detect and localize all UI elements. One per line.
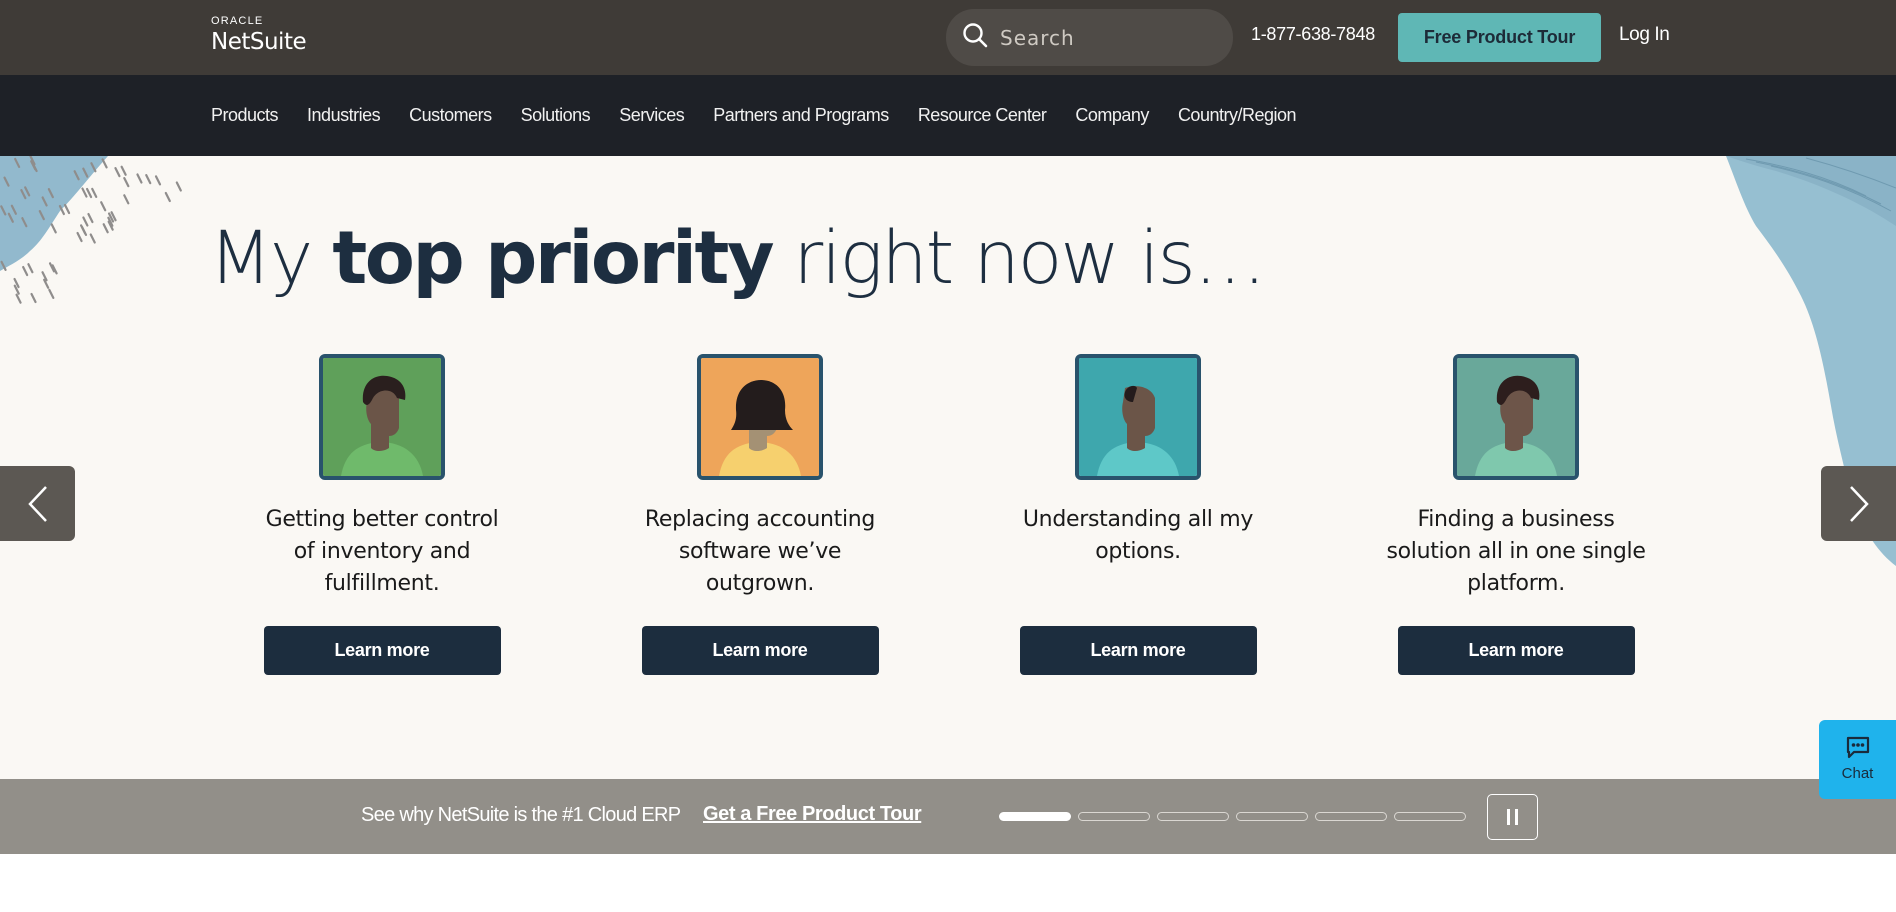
- decorative-dash: [15, 293, 22, 304]
- decorative-dash: [48, 288, 55, 300]
- nav-item-country-region[interactable]: Country/Region: [1178, 105, 1297, 126]
- search-input[interactable]: [1000, 25, 1220, 50]
- decorative-dash: [82, 216, 89, 227]
- decorative-dash: [76, 231, 83, 243]
- chat-bubble-icon: [1846, 736, 1869, 759]
- chat-button[interactable]: Chat: [1819, 720, 1896, 799]
- phone-number-link[interactable]: 1-877-638-7848: [1251, 24, 1375, 45]
- nav-item-company[interactable]: Company: [1075, 105, 1149, 126]
- logo-netsuite-text: NetSuite: [211, 29, 307, 55]
- search-box[interactable]: [946, 9, 1233, 66]
- login-link[interactable]: Log In: [1619, 24, 1670, 46]
- utility-bar: ORACLE NetSuite 1-877-638-7848 Free Prod…: [0, 0, 1896, 75]
- decorative-dash: [101, 158, 108, 169]
- search-icon: [960, 20, 990, 55]
- decorative-dash: [123, 194, 130, 205]
- decorative-dash: [30, 292, 37, 304]
- carousel-next-button[interactable]: [1821, 466, 1896, 541]
- chevron-right-icon: [1849, 485, 1869, 522]
- decorative-dash: [63, 203, 71, 215]
- card-caption: Getting better control of inventory and …: [265, 507, 499, 596]
- decorative-pattern-left: [0, 156, 182, 304]
- portrait-image: [1453, 354, 1579, 480]
- decorative-dash: [27, 263, 34, 274]
- decorative-dash: [123, 177, 130, 188]
- portrait-image: [697, 354, 823, 480]
- decorative-dash: [102, 223, 109, 234]
- decorative-dash: [85, 187, 93, 199]
- decorative-dash: [22, 265, 29, 277]
- main-nav: Products Industries Customers Solutions …: [0, 75, 1896, 156]
- logo-oracle-text: ORACLE: [211, 15, 264, 27]
- card-caption: Understanding all my options.: [1022, 507, 1254, 564]
- decorative-dash: [114, 166, 121, 178]
- promo-text: See why NetSuite is the #1 Cloud ERP: [361, 804, 681, 826]
- learn-more-button[interactable]: Learn more: [1019, 626, 1257, 675]
- pause-icon: [1507, 809, 1510, 825]
- nav-item-partners-and-programs[interactable]: Partners and Programs: [713, 105, 889, 126]
- nav-item-customers[interactable]: Customers: [409, 105, 492, 126]
- carousel-indicators: [999, 812, 1473, 821]
- chevron-left-icon: [27, 485, 47, 522]
- decorative-dash: [145, 174, 152, 185]
- headline-post: right now is…: [772, 216, 1266, 301]
- priority-card: Replacing accounting software we’ve outg…: [630, 354, 890, 675]
- nav-item-services[interactable]: Services: [619, 105, 685, 126]
- decorative-dash: [50, 223, 57, 234]
- portrait-image: [1075, 354, 1201, 480]
- headline-bold: top priority: [332, 216, 774, 301]
- pause-icon: [1515, 809, 1518, 825]
- decorative-dash: [100, 201, 107, 212]
- carousel-indicator[interactable]: [999, 812, 1071, 821]
- nav-item-industries[interactable]: Industries: [307, 105, 381, 126]
- priority-card: Understanding all my options. Learn more: [1008, 354, 1268, 675]
- portrait-image: [319, 354, 445, 480]
- carousel-indicator[interactable]: [1078, 812, 1150, 821]
- carousel-indicator[interactable]: [1394, 812, 1466, 821]
- decorative-dash: [175, 181, 182, 192]
- learn-more-button[interactable]: Learn more: [1397, 626, 1635, 675]
- decorative-dash: [87, 212, 94, 224]
- free-product-tour-button[interactable]: Free Product Tour: [1398, 13, 1601, 62]
- hero-carousel: My top priority right now is… Getting be…: [0, 156, 1896, 779]
- promo-strip: See why NetSuite is the #1 Cloud ERP Get…: [0, 779, 1896, 854]
- decorative-dash: [164, 191, 171, 203]
- learn-more-button[interactable]: Learn more: [263, 626, 501, 675]
- carousel-pause-button[interactable]: [1487, 794, 1538, 840]
- carousel-prev-button[interactable]: [0, 466, 75, 541]
- priority-card: Getting better control of inventory and …: [252, 354, 512, 675]
- learn-more-button[interactable]: Learn more: [641, 626, 879, 675]
- chat-label: Chat: [1841, 765, 1874, 782]
- decorative-dash: [89, 233, 96, 244]
- nav-item-resource-center[interactable]: Resource Center: [918, 105, 1047, 126]
- get-free-product-tour-link[interactable]: Get a Free Product Tour: [703, 803, 922, 826]
- carousel-indicator[interactable]: [1236, 812, 1308, 821]
- headline-pre: My: [209, 216, 333, 301]
- card-caption: Replacing accounting software we’ve outg…: [644, 507, 876, 596]
- decorative-dash: [91, 187, 98, 199]
- priority-card: Finding a business solution all in one s…: [1386, 354, 1646, 675]
- nav-item-products[interactable]: Products: [211, 105, 279, 126]
- card-caption: Finding a business solution all in one s…: [1386, 507, 1646, 596]
- decorative-dash: [136, 173, 143, 184]
- netsuite-logo[interactable]: ORACLE NetSuite: [211, 15, 307, 56]
- nav-item-solutions[interactable]: Solutions: [521, 105, 591, 126]
- decorative-dash: [120, 165, 127, 176]
- carousel-indicator[interactable]: [1157, 812, 1229, 821]
- hero-headline: My top priority right now is…: [209, 216, 1267, 301]
- carousel-indicator[interactable]: [1315, 812, 1387, 821]
- decorative-dash: [154, 175, 162, 186]
- decorative-dash: [81, 187, 88, 198]
